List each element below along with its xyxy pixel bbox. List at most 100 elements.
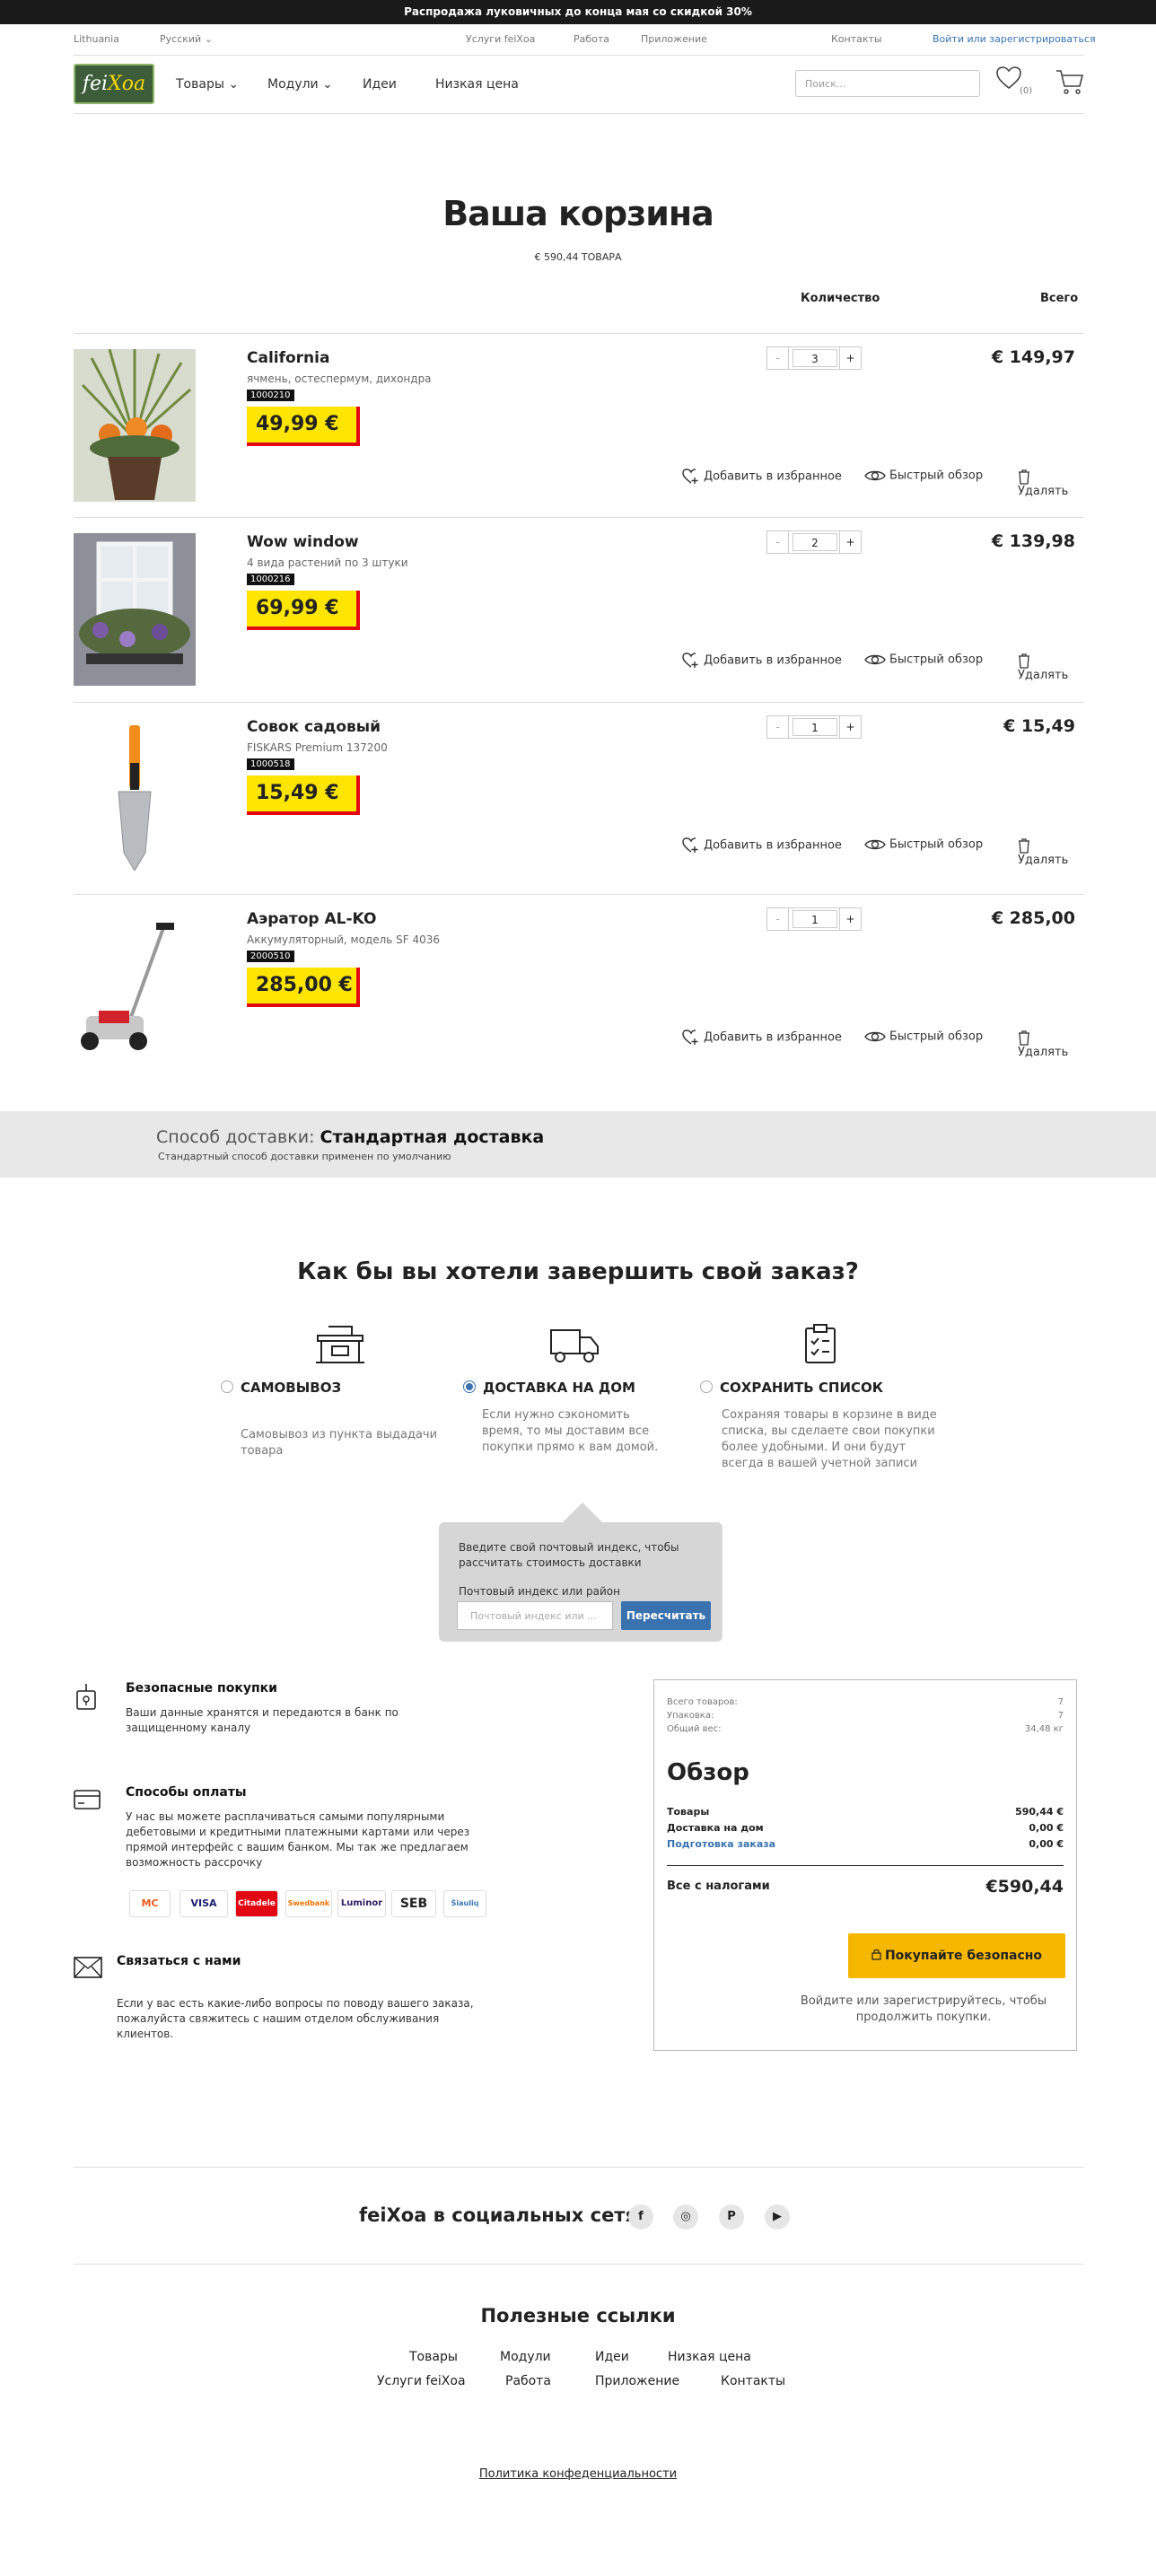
quantity-input[interactable]: 1	[793, 910, 837, 928]
footer-link-jobs[interactable]: Работа	[505, 2374, 551, 2388]
option-home-delivery[interactable]: ДОСТАВКА НА ДОМ	[463, 1380, 635, 1396]
action-label: Быстрый обзор	[889, 469, 984, 483]
decrease-button[interactable]: -	[767, 908, 789, 930]
delete-button[interactable]: Удалять	[1018, 1030, 1084, 1059]
product-name[interactable]: California	[247, 349, 329, 367]
zip-code-input[interactable]: Почтовый индекс или ...	[457, 1601, 613, 1630]
buy-safely-button[interactable]: Покупайте безопасно	[848, 1933, 1065, 1978]
action-label: Быстрый обзор	[889, 653, 984, 667]
quantity-stepper: -3 +	[766, 346, 862, 370]
lock-icon	[871, 1949, 881, 1960]
social-title: feiXoa в социальных сетях	[359, 2204, 650, 2226]
product-image-wow-window[interactable]	[74, 533, 196, 686]
nav-low-price[interactable]: Низкая цена	[435, 77, 519, 92]
cart-button[interactable]	[1055, 68, 1086, 99]
product-image-aerator[interactable]	[74, 910, 196, 1063]
footer-link-low-price[interactable]: Низкая цена	[668, 2350, 751, 2364]
top-link-app[interactable]: Приложение	[641, 33, 707, 45]
pinterest-icon[interactable]: P	[719, 2204, 744, 2230]
product-name[interactable]: Wow window	[247, 533, 359, 551]
quick-view-button[interactable]: Быстрый обзор	[864, 837, 983, 852]
nav-modules[interactable]: Модули ⌄	[267, 77, 333, 92]
footer-link-app[interactable]: Приложение	[595, 2374, 679, 2388]
privacy-policy-link[interactable]: Политика конфеденциальности	[0, 2467, 1156, 2481]
quantity-input[interactable]: 3	[793, 349, 837, 367]
facebook-icon[interactable]: f	[628, 2204, 653, 2230]
delete-button[interactable]: Удалять	[1018, 837, 1084, 867]
product-name[interactable]: Аэратор AL-KO	[247, 910, 376, 928]
add-to-favorites-button[interactable]: Добавить в избранное	[682, 653, 842, 669]
decrease-button[interactable]: -	[767, 716, 789, 738]
footer-link-ideas[interactable]: Идеи	[595, 2350, 629, 2364]
increase-button[interactable]: +	[839, 347, 861, 369]
header: feiXoa Товары ⌄ Модули ⌄ Идеи Низкая цен…	[0, 56, 1156, 113]
row-label: Всего товаров:	[667, 1697, 738, 1707]
summary-home-delivery-row: Доставка на дом 0,00 €	[667, 1822, 1064, 1834]
recalculate-button[interactable]: Пересчитать	[621, 1601, 711, 1630]
button-label: Покупайте безопасно	[884, 1949, 1043, 1963]
radio-home-delivery[interactable]	[463, 1380, 476, 1393]
order-summary: Всего товаров: 7 Упаковка: 7 Общий вес: 34,…	[653, 1679, 1077, 2051]
contact-title[interactable]: Связаться с нами	[117, 1954, 485, 1969]
summary-total-row: Все с налогами €590,44	[667, 1877, 1064, 1897]
radio-save-list[interactable]	[700, 1380, 713, 1393]
option-pickup[interactable]: САМОВЫВОЗ	[221, 1380, 341, 1396]
wishlist-button[interactable]: (0)	[996, 66, 1032, 102]
increase-button[interactable]: +	[839, 908, 861, 930]
delivery-method[interactable]: Способ доставки: Стандартная доставка	[156, 1127, 544, 1147]
search-input[interactable]: Поиск...	[795, 70, 980, 97]
payment-text: У нас вы можете расплачиваться самыми по…	[126, 1810, 470, 1869]
useful-links-title: Полезные ссылки	[480, 2305, 676, 2326]
contact-block: Связаться с нами Если у вас есть какие-ли…	[117, 1954, 485, 2042]
quick-view-button[interactable]: Быстрый обзор	[864, 653, 983, 667]
delivery-label: Способ доставки:	[156, 1127, 320, 1147]
delete-button[interactable]: Удалять	[1018, 653, 1084, 682]
footer-link-products[interactable]: Товары	[409, 2350, 458, 2364]
nav-products[interactable]: Товары ⌄	[176, 77, 239, 92]
youtube-icon[interactable]: ▶	[765, 2204, 790, 2230]
decrease-button[interactable]: -	[767, 347, 789, 369]
footer-link-contacts[interactable]: Контакты	[721, 2374, 785, 2388]
delete-button[interactable]: Удалять	[1018, 469, 1084, 498]
contact-text: Если у вас есть какие-либо вопросы по по…	[117, 1997, 474, 2040]
increase-button[interactable]: +	[839, 531, 861, 553]
country-selector[interactable]: Lithuania	[74, 33, 119, 45]
row-label: Доставка на дом	[667, 1822, 764, 1834]
option-save-list[interactable]: СОХРАНИТЬ СПИСОК	[700, 1380, 883, 1396]
increase-button[interactable]: +	[839, 716, 861, 738]
instagram-icon[interactable]: ◎	[673, 2204, 698, 2230]
footer-link-modules[interactable]: Модули	[500, 2350, 551, 2364]
add-to-favorites-button[interactable]: Добавить в избранное	[682, 1030, 842, 1046]
zip-label: Почтовый индекс или район	[459, 1585, 620, 1598]
decrease-button[interactable]: -	[767, 531, 789, 553]
zip-info: Введите свой почтовый индекс, чтобы расс…	[459, 1541, 679, 1569]
product-image-trowel[interactable]	[74, 718, 196, 871]
add-to-favorites-button[interactable]: Добавить в избранное	[682, 837, 842, 854]
checklist-icon	[805, 1324, 836, 1363]
delivery-method-bar: Способ доставки: Стандартная доставка Ст…	[0, 1111, 1156, 1178]
summary-goods-row: Товары 590,44 €	[667, 1806, 1064, 1818]
top-link-services[interactable]: Услуги feiXoa	[466, 33, 535, 45]
add-to-favorites-button[interactable]: Добавить в избранное	[682, 469, 842, 485]
nav-ideas[interactable]: Идеи	[363, 77, 397, 92]
top-link-contacts[interactable]: Контакты	[831, 33, 882, 45]
footer-link-services[interactable]: Услуги feiXoa	[377, 2374, 466, 2388]
language-label: Русский	[160, 33, 202, 45]
quantity-input[interactable]: 1	[793, 718, 837, 736]
quick-view-button[interactable]: Быстрый обзор	[864, 1030, 983, 1044]
product-name[interactable]: Совок садовый	[247, 718, 381, 736]
promo-banner[interactable]: Распродажа луковичных до конца мая со ск…	[0, 0, 1156, 24]
login-link[interactable]: Войти или зарегистрироваться	[933, 33, 1096, 45]
product-image-california[interactable]	[74, 349, 196, 502]
radio-pickup[interactable]	[221, 1380, 233, 1393]
summary-title: Обзор	[667, 1759, 749, 1786]
preparation-link[interactable]: Подготовка заказа	[667, 1838, 775, 1850]
lock-icon	[76, 1684, 96, 1710]
quantity-input[interactable]: 2	[793, 533, 837, 551]
quick-view-button[interactable]: Быстрый обзор	[864, 469, 983, 483]
checkout-title: Как бы вы хотели завершить свой заказ?	[297, 1258, 859, 1285]
top-link-jobs[interactable]: Работа	[574, 33, 609, 45]
logo[interactable]: feiXoa	[74, 64, 154, 104]
login-note[interactable]: Войдите или зарегистрируйтесь, чтобы про…	[771, 1993, 1076, 2026]
language-selector[interactable]: Русский ⌄	[160, 33, 213, 45]
